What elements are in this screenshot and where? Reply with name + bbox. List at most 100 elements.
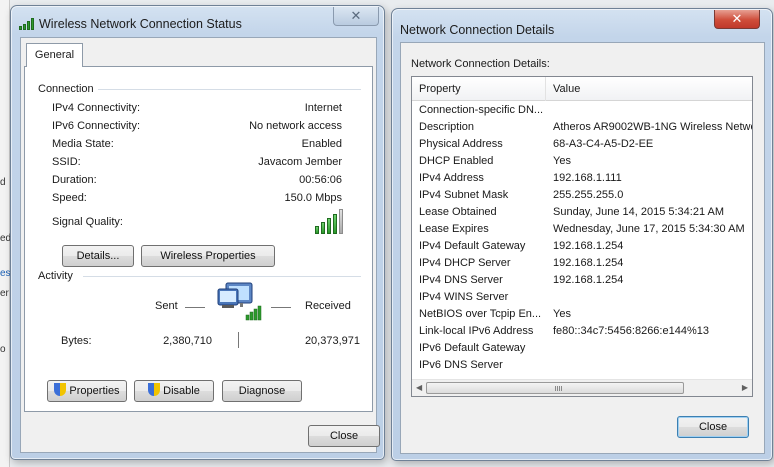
- value-cell: 255.255.255.0: [553, 189, 624, 201]
- group-divider: [83, 276, 361, 277]
- received-line: [271, 307, 291, 308]
- value-cell: Yes: [553, 308, 571, 320]
- diagnose-button[interactable]: Diagnose: [222, 380, 302, 402]
- wireless-properties-button[interactable]: Wireless Properties: [141, 245, 275, 267]
- list-item[interactable]: Connection-specific DN...: [412, 103, 752, 120]
- property-cell: Description: [419, 121, 475, 133]
- column-header-property[interactable]: Property: [419, 83, 461, 95]
- row-value: Javacom Jember: [258, 156, 342, 168]
- signal-quality-row: Signal Quality:: [52, 216, 342, 232]
- row-value: 00:56:06: [299, 174, 342, 186]
- activity-group-label: Activity: [38, 270, 77, 282]
- row-value: 150.0 Mbps: [284, 192, 342, 204]
- bytes-sent-value: 2,380,710: [163, 335, 212, 347]
- property-cell: IPv4 Subnet Mask: [419, 189, 509, 201]
- row-value: Enabled: [301, 138, 342, 150]
- value-cell: 68-A3-C4-A5-D2-EE: [553, 138, 654, 150]
- value-cell: Atheros AR9002WB-1NG Wireless Netwo: [553, 121, 753, 133]
- list-item[interactable]: IPv6 DNS Server: [412, 358, 752, 375]
- property-cell: IPv6 Default Gateway: [419, 342, 526, 354]
- list-item[interactable]: IPv4 Subnet Mask 255.255.255.0: [412, 188, 752, 205]
- window-title: Network Connection Details: [400, 23, 555, 37]
- value-cell: fe80::34c7:5456:8266:e144%13: [553, 325, 709, 337]
- horizontal-scrollbar[interactable]: ◀ ▶: [412, 379, 752, 396]
- row-value: No network access: [249, 120, 342, 132]
- window-title: Wireless Network Connection Status: [39, 17, 242, 31]
- scroll-left-icon[interactable]: ◀: [416, 383, 422, 392]
- details-list-label: Network Connection Details:: [411, 58, 550, 70]
- list-item[interactable]: IPv4 WINS Server: [412, 290, 752, 307]
- media-state-row: Media State: Enabled: [52, 138, 342, 154]
- list-item[interactable]: IPv4 DHCP Server 192.168.1.254: [412, 256, 752, 273]
- value-cell: Wednesday, June 17, 2015 5:34:30 AM: [553, 223, 745, 235]
- activity-divider: [238, 332, 239, 348]
- property-cell: Physical Address: [419, 138, 503, 150]
- close-icon[interactable]: ✕: [333, 7, 379, 26]
- row-label: Speed:: [52, 192, 87, 204]
- value-cell: 192.168.1.254: [553, 257, 624, 269]
- properties-button-label: Properties: [69, 385, 120, 397]
- value-cell: Yes: [553, 155, 571, 167]
- uac-shield-icon: [54, 383, 67, 396]
- speed-row: Speed: 150.0 Mbps: [52, 192, 342, 208]
- list-item[interactable]: IPv4 Default Gateway 192.168.1.254: [412, 239, 752, 256]
- property-cell: IPv4 Address: [419, 172, 484, 184]
- list-item[interactable]: DHCP Enabled Yes: [412, 154, 752, 171]
- background-link-fragment: es: [0, 268, 11, 279]
- group-divider: [93, 89, 361, 90]
- property-cell: IPv4 WINS Server: [419, 291, 509, 303]
- ipv4-connectivity-row: IPv4 Connectivity: Internet: [52, 102, 342, 118]
- properties-button[interactable]: Properties: [47, 380, 127, 402]
- scroll-thumb[interactable]: [426, 382, 684, 394]
- background-text-fragment: d: [0, 177, 6, 188]
- property-cell: DHCP Enabled: [419, 155, 494, 167]
- duration-row: Duration: 00:56:06: [52, 174, 342, 190]
- property-cell: Lease Expires: [419, 223, 489, 235]
- title-bar[interactable]: Wireless Network Connection Status ✕: [11, 6, 384, 36]
- row-label: IPv4 Connectivity:: [52, 102, 141, 114]
- property-cell: IPv4 DHCP Server: [419, 257, 511, 269]
- property-cell: IPv6 DNS Server: [419, 359, 503, 371]
- ipv6-connectivity-row: IPv6 Connectivity: No network access: [52, 120, 342, 136]
- list-item[interactable]: Link-local IPv6 Address fe80::34c7:5456:8…: [412, 324, 752, 341]
- scroll-right-icon[interactable]: ▶: [742, 383, 748, 392]
- column-header-value[interactable]: Value: [553, 83, 580, 95]
- details-list[interactable]: Property Value Connection-specific DN...…: [411, 76, 753, 397]
- scroll-grip-icon: [555, 386, 562, 391]
- list-item[interactable]: Lease Expires Wednesday, June 17, 2015 5:…: [412, 222, 752, 239]
- sent-label: Sent: [155, 300, 178, 312]
- list-item[interactable]: NetBIOS over Tcpip En... Yes: [412, 307, 752, 324]
- tab-general[interactable]: General: [26, 43, 83, 67]
- bytes-label: Bytes:: [61, 335, 92, 347]
- close-button[interactable]: Close: [308, 425, 380, 447]
- details-button[interactable]: Details...: [62, 245, 134, 267]
- network-details-window: Network Connection Details ✕ Network Con…: [391, 8, 773, 461]
- close-button[interactable]: Close: [677, 416, 749, 438]
- list-item[interactable]: IPv6 Default Gateway: [412, 341, 752, 358]
- background-text-fragment: o: [0, 344, 6, 355]
- disable-button[interactable]: Disable: [134, 380, 214, 402]
- value-cell: 192.168.1.254: [553, 274, 624, 286]
- wireless-signal-icon: [19, 18, 35, 30]
- network-computer-icon: [217, 282, 262, 321]
- column-separator[interactable]: [545, 77, 546, 101]
- sent-line: [185, 307, 205, 308]
- list-item[interactable]: IPv4 Address 192.168.1.111: [412, 171, 752, 188]
- property-cell: IPv4 DNS Server: [419, 274, 503, 286]
- list-item[interactable]: Physical Address 68-A3-C4-A5-D2-EE: [412, 137, 752, 154]
- list-item[interactable]: Lease Obtained Sunday, June 14, 2015 5:34…: [412, 205, 752, 222]
- ssid-row: SSID: Javacom Jember: [52, 156, 342, 172]
- title-bar[interactable]: Network Connection Details ✕: [392, 9, 772, 39]
- property-cell: Connection-specific DN...: [419, 104, 544, 116]
- background-text-fragment: er: [0, 288, 9, 299]
- value-cell: 192.168.1.111: [553, 172, 622, 184]
- list-item[interactable]: Description Atheros AR9002WB-1NG Wireless…: [412, 120, 752, 137]
- row-value: Internet: [304, 102, 342, 114]
- list-item[interactable]: IPv4 DNS Server 192.168.1.254: [412, 273, 752, 290]
- property-cell: Lease Obtained: [419, 206, 497, 218]
- connection-group-label: Connection: [38, 83, 98, 95]
- property-cell: IPv4 Default Gateway: [419, 240, 526, 252]
- row-label: Media State:: [52, 138, 114, 150]
- close-icon[interactable]: ✕: [714, 10, 760, 29]
- signal-strength-icon: [315, 209, 345, 234]
